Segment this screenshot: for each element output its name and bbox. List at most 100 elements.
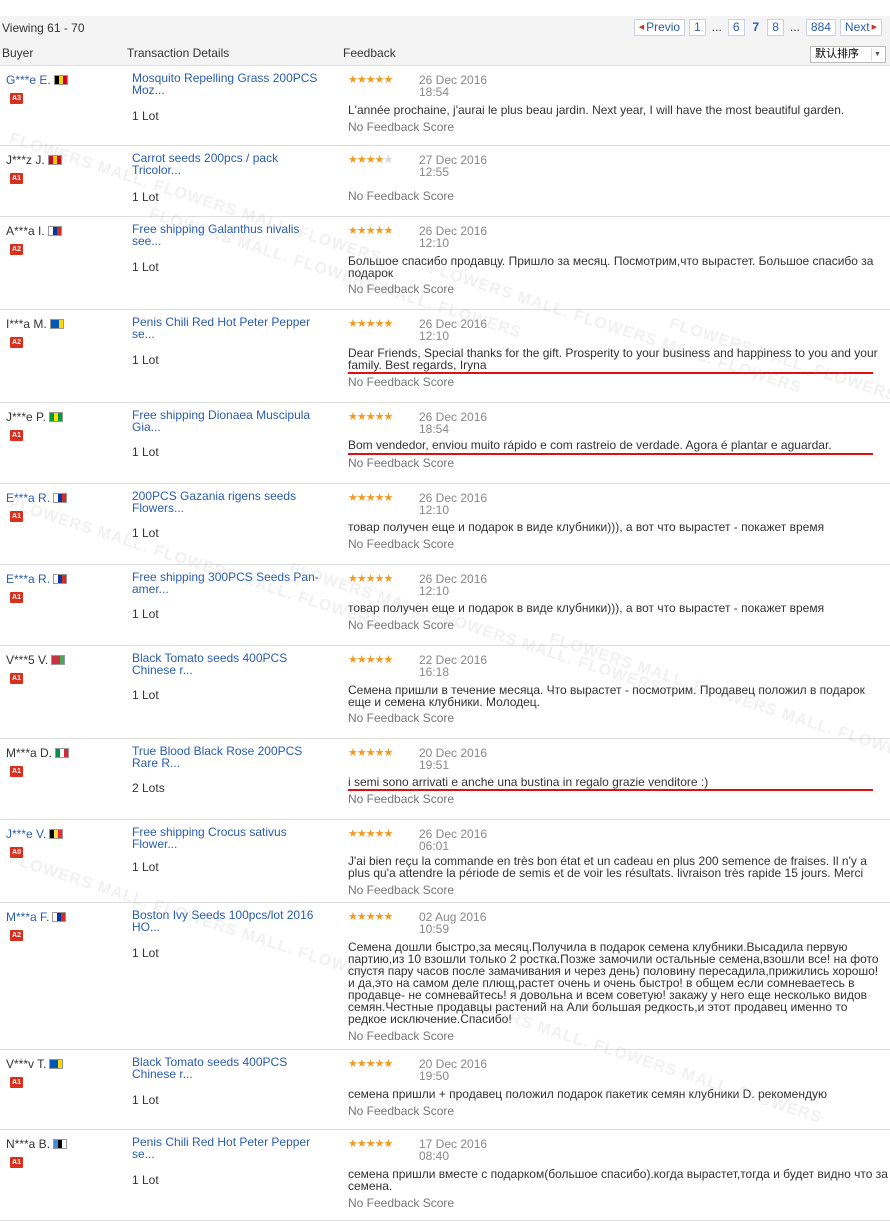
feedback-text: семена пришли вместе с подарком(большое … bbox=[348, 1167, 888, 1193]
feedback-row: J***z J. A1 Carrot seeds 200pcs / pack T… bbox=[0, 146, 890, 217]
product-link[interactable]: Penis Chili Red Hot Peter Pepper se... bbox=[132, 316, 327, 340]
sort-select[interactable]: 默认排序 ▼ bbox=[810, 46, 886, 63]
feedback-score: No Feedback Score bbox=[348, 1029, 455, 1043]
feedback-row: A***a I. A2 Free shipping Galanthus niva… bbox=[0, 217, 890, 310]
feedback-row: V***5 V. A1 Black Tomato seeds 400PCS Ch… bbox=[0, 646, 890, 739]
feedback-text: Большое спасибо продавцу. Пришло за меся… bbox=[348, 254, 874, 280]
star-rating: ★★★★★ bbox=[348, 747, 393, 759]
lot-quantity: 1 Lot bbox=[132, 1173, 159, 1187]
page-current-7: 7 bbox=[752, 20, 760, 34]
feedback-date: 26 Dec 2016 12:10 bbox=[419, 572, 488, 598]
buyer-name[interactable]: E***a R. bbox=[6, 572, 68, 586]
star-rating: ★★★★★ bbox=[348, 225, 393, 237]
feedback-row: J***e P. A1 Free shipping Dionaea Muscip… bbox=[0, 403, 890, 484]
buyer-name: J***e P. bbox=[6, 410, 63, 424]
next-page-button[interactable]: Next ▶ bbox=[839, 19, 882, 36]
star-rating: ★★★★★ bbox=[348, 154, 393, 166]
feedback-date: 20 Dec 2016 19:51 bbox=[419, 746, 488, 772]
chevron-left-icon: ◀ bbox=[638, 24, 645, 31]
country-flag-icon bbox=[53, 1139, 68, 1149]
buyer-name: V***v T. bbox=[6, 1057, 64, 1071]
page-link-884[interactable]: 884 bbox=[805, 19, 836, 36]
feedback-score: No Feedback Score bbox=[348, 282, 455, 296]
feedback-score: No Feedback Score bbox=[348, 792, 455, 806]
buyer-name: V***5 V. bbox=[6, 653, 66, 667]
buyer-level-badge: A2 bbox=[10, 244, 23, 255]
product-link[interactable]: 200PCS Gazania rigens seeds Flowers... bbox=[132, 490, 327, 514]
star-rating: ★★★★★ bbox=[348, 1138, 393, 1150]
buyer-name[interactable]: J***e V. bbox=[6, 827, 64, 841]
feedback-text: i semi sono arrivati e anche una bustina… bbox=[348, 775, 709, 789]
star-rating: ★★★★★ bbox=[348, 74, 393, 86]
product-link[interactable]: Penis Chili Red Hot Peter Pepper se... bbox=[132, 1136, 327, 1160]
lot-quantity: 1 Lot bbox=[132, 526, 159, 540]
feedback-text: L'année prochaine, j'aurai le plus beau … bbox=[348, 103, 845, 117]
product-link[interactable]: Free shipping Dionaea Muscipula Gia... bbox=[132, 409, 327, 433]
lot-quantity: 1 Lot bbox=[132, 1093, 159, 1107]
product-link[interactable]: Free shipping 300PCS Seeds Pan-amer... bbox=[132, 571, 327, 595]
product-link[interactable]: Carrot seeds 200pcs / pack Tricolor... bbox=[132, 152, 327, 176]
pagination-bar: Viewing 61 - 70 ◀ Previo 1 ... 6 7 8 ... … bbox=[0, 16, 890, 42]
product-link[interactable]: Boston Ivy Seeds 100pcs/lot 2016 HO... bbox=[132, 909, 327, 933]
feedback-date: 26 Dec 2016 12:10 bbox=[419, 224, 488, 250]
star-rating: ★★★★★ bbox=[348, 1058, 393, 1070]
buyer-level-badge: A1 bbox=[10, 673, 23, 684]
buyer-name[interactable]: G***e E. bbox=[6, 73, 68, 87]
buyer-level-badge: A0 bbox=[10, 847, 23, 858]
feedback-text: товар получен еще и подарок в виде клубн… bbox=[348, 601, 825, 615]
country-flag-icon bbox=[49, 829, 64, 839]
feedback-score: No Feedback Score bbox=[348, 883, 455, 897]
lot-quantity: 1 Lot bbox=[132, 607, 159, 621]
feedback-text: товар получен еще и подарок в виде клубн… bbox=[348, 520, 825, 534]
chevron-right-icon: ▶ bbox=[871, 24, 877, 31]
product-link[interactable]: Free shipping Galanthus nivalis see... bbox=[132, 223, 327, 247]
highlight-underline bbox=[348, 372, 873, 374]
product-link[interactable]: Free shipping Crocus sativus Flower... bbox=[132, 826, 327, 850]
column-header-feedback: Feedback bbox=[343, 46, 396, 60]
page-link-8[interactable]: 8 bbox=[767, 19, 784, 36]
lot-quantity: 2 Lots bbox=[132, 781, 165, 795]
buyer-level-badge: A1 bbox=[10, 1077, 23, 1088]
feedback-text: Bom vendedor, enviou muito rápido e com … bbox=[348, 438, 832, 452]
star-rating: ★★★★★ bbox=[348, 573, 393, 585]
feedback-text: Семена дошли быстро,за месяц.Получила в … bbox=[348, 940, 879, 1026]
product-link[interactable]: True Blood Black Rose 200PCS Rare R... bbox=[132, 745, 327, 769]
lot-quantity: 1 Lot bbox=[132, 445, 159, 459]
feedback-date: 20 Dec 2016 19:50 bbox=[419, 1057, 488, 1083]
product-link[interactable]: Black Tomato seeds 400PCS Chinese r... bbox=[132, 1056, 327, 1080]
country-flag-icon bbox=[47, 226, 62, 236]
buyer-name[interactable]: M***a F. bbox=[6, 910, 67, 924]
pager-ellipsis: ... bbox=[711, 20, 722, 34]
buyer-name[interactable]: E***a R. bbox=[6, 491, 68, 505]
page-link-6[interactable]: 6 bbox=[727, 19, 745, 36]
feedback-row: V***v T. A1 Black Tomato seeds 400PCS Ch… bbox=[0, 1050, 890, 1130]
lot-quantity: 1 Lot bbox=[132, 190, 159, 204]
country-flag-icon bbox=[53, 493, 68, 503]
feedback-date: 22 Dec 2016 16:18 bbox=[419, 653, 488, 679]
star-rating: ★★★★★ bbox=[348, 411, 393, 423]
product-link[interactable]: Mosquito Repelling Grass 200PCS Moz... bbox=[132, 72, 327, 96]
feedback-date: 27 Dec 2016 12:55 bbox=[419, 153, 488, 179]
lot-quantity: 1 Lot bbox=[132, 860, 159, 874]
star-rating: ★★★★★ bbox=[348, 828, 393, 840]
buyer-name: N***a B. bbox=[6, 1137, 68, 1151]
prev-page-button[interactable]: ◀ Previo bbox=[633, 19, 686, 36]
feedback-score: No Feedback Score bbox=[348, 189, 455, 203]
feedback-date: 26 Dec 2016 12:10 bbox=[419, 317, 488, 343]
feedback-date: 26 Dec 2016 12:10 bbox=[419, 491, 488, 517]
buyer-level-badge: A1 bbox=[10, 173, 23, 184]
country-flag-icon bbox=[51, 655, 66, 665]
star-rating: ★★★★★ bbox=[348, 911, 393, 923]
feedback-text: семена пришли + продавец положил подарок… bbox=[348, 1087, 827, 1101]
country-flag-icon bbox=[49, 1059, 64, 1069]
column-header-buyer: Buyer bbox=[2, 46, 34, 60]
buyer-level-badge: A2 bbox=[10, 337, 23, 348]
feedback-text: J'ai bien reçu la commande en très bon é… bbox=[348, 854, 867, 880]
buyer-name: A***a I. bbox=[6, 224, 62, 238]
buyer-name: J***z J. bbox=[6, 153, 62, 167]
product-link[interactable]: Black Tomato seeds 400PCS Chinese r... bbox=[132, 652, 327, 676]
page-link-1[interactable]: 1 bbox=[689, 19, 706, 36]
feedback-date: 26 Dec 2016 18:54 bbox=[419, 73, 488, 99]
buyer-level-badge: A1 bbox=[10, 430, 23, 441]
country-flag-icon bbox=[49, 319, 64, 329]
